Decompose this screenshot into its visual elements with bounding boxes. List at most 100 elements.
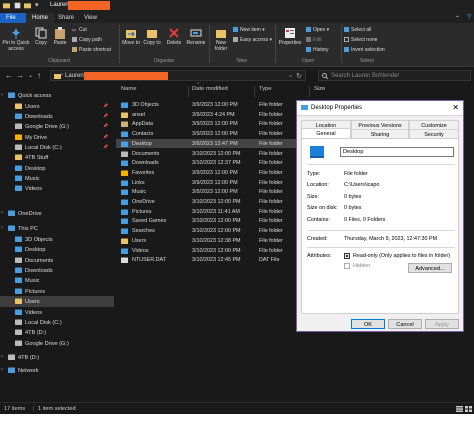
refresh-icon[interactable]: ↻ bbox=[296, 72, 302, 80]
table-row[interactable]: Contacts 3/9/2023 12:00 PM File folder bbox=[116, 129, 306, 139]
table-row[interactable]: Favorites 3/9/2023 12:00 PM File folder bbox=[116, 168, 306, 178]
tab-home[interactable]: Home bbox=[26, 13, 55, 23]
paste-shortcut-button[interactable]: Paste shortcut bbox=[72, 47, 111, 53]
tab-previous-versions[interactable]: Previous Versions bbox=[351, 120, 409, 129]
new-item-button[interactable]: New item ▾ bbox=[233, 27, 265, 33]
table-row[interactable]: AppData 3/9/2023 12:00 PM File folder bbox=[116, 119, 306, 129]
readonly-checkbox[interactable] bbox=[344, 253, 350, 259]
tab-sharing[interactable]: Sharing bbox=[351, 129, 409, 138]
tab-share[interactable]: Share bbox=[52, 13, 80, 23]
sidebar-item-this-pc[interactable]: › This PC bbox=[0, 223, 114, 234]
cell-type: File folder bbox=[259, 228, 283, 235]
sidebar-item-users[interactable]: Users bbox=[0, 296, 114, 307]
table-row[interactable]: Searches 3/10/2023 12:00 PM File folder bbox=[116, 226, 306, 236]
sidebar-item-videos[interactable]: Videos bbox=[0, 183, 114, 194]
sidebar-item-4tb-d[interactable]: 4TB (D:) bbox=[0, 327, 114, 338]
table-row[interactable]: Videos 3/10/2023 12:00 PM File folder bbox=[116, 246, 306, 256]
select-all-button[interactable]: Select all bbox=[344, 27, 371, 33]
table-row[interactable]: ansel 3/9/2023 4:24 PM File folder bbox=[116, 110, 306, 120]
select-none-button[interactable]: Select none bbox=[344, 37, 377, 43]
sidebar-item-google-drive-g[interactable]: Google Drive (G:) 📌 bbox=[0, 121, 114, 132]
up-icon[interactable]: ↑ bbox=[37, 71, 41, 80]
dialog-title-bar[interactable]: Desktop Properties ✕ bbox=[297, 101, 463, 116]
sidebar-item-4tb-stuff[interactable]: 4TB Stuff bbox=[0, 152, 114, 163]
recent-locations-icon[interactable]: ⌄ bbox=[28, 72, 33, 79]
table-row[interactable]: Documents 3/10/2023 12:00 PM File folder bbox=[116, 149, 306, 159]
table-row[interactable]: NTUSER.DAT 3/10/2023 12:45 PM DAT File bbox=[116, 255, 306, 265]
copy-path-button[interactable]: Copy path bbox=[72, 37, 102, 43]
tab-file[interactable]: File bbox=[0, 13, 26, 23]
sidebar-item-network[interactable]: › Network bbox=[0, 365, 114, 376]
address-dropdown-icon[interactable]: ⌄ bbox=[288, 72, 293, 79]
delete-button[interactable]: Delete bbox=[165, 27, 183, 46]
properties-quick-icon[interactable] bbox=[14, 2, 21, 9]
table-row[interactable]: Saved Games 3/10/2023 12:00 PM File folder bbox=[116, 216, 306, 226]
column-header-size[interactable]: Size bbox=[314, 86, 325, 97]
table-row[interactable]: Music 3/9/2023 12:00 PM File folder bbox=[116, 187, 306, 197]
cell-name: AppData bbox=[132, 121, 153, 128]
copy-to-button[interactable]: Copy to bbox=[143, 27, 161, 46]
sidebar-item-onedrive[interactable]: › OneDrive bbox=[0, 208, 114, 219]
easy-access-button[interactable]: Easy access ▾ bbox=[233, 37, 272, 43]
sidebar-item-label: 4TB (D:) bbox=[18, 354, 40, 361]
sidebar-item-music[interactable]: Music bbox=[0, 275, 114, 286]
sidebar-item-desktop[interactable]: Desktop bbox=[0, 244, 114, 255]
breadcrumb[interactable]: Lauren bbox=[65, 73, 84, 79]
tab-general[interactable]: General bbox=[301, 128, 351, 138]
expand-chevron-icon[interactable]: › bbox=[1, 210, 3, 216]
tab-security[interactable]: Security bbox=[409, 129, 459, 138]
move-to-button[interactable]: Move to bbox=[122, 27, 140, 46]
cancel-button[interactable]: Cancel bbox=[388, 319, 422, 329]
sidebar-item-4tb-d[interactable]: › 4TB (D:) bbox=[0, 352, 114, 363]
table-row[interactable]: Users 3/10/2023 12:38 PM File folder bbox=[116, 236, 306, 246]
new-folder-quick-icon[interactable] bbox=[24, 2, 31, 9]
column-header-type[interactable]: Type bbox=[259, 86, 272, 97]
help-icon[interactable]: ? bbox=[467, 14, 471, 21]
navigation-pane[interactable]: › Quick access Users 📌 Downloads 📌 Google Driv… bbox=[0, 84, 115, 402]
table-row[interactable]: Links 3/9/2023 12:00 PM File folder bbox=[116, 178, 306, 188]
hidden-checkbox[interactable] bbox=[344, 263, 350, 269]
history-button[interactable]: History bbox=[306, 47, 329, 53]
sidebar-item-google-drive-g[interactable]: Google Drive (G:) bbox=[0, 338, 114, 349]
customize-toolbar-icon[interactable]: ▾ bbox=[35, 1, 39, 9]
table-row[interactable]: Downloads 3/10/2023 12:37 PM File folder bbox=[116, 158, 306, 168]
new-folder-button[interactable]: New folder bbox=[211, 27, 231, 52]
expand-chevron-icon[interactable]: › bbox=[1, 92, 3, 98]
pin-to-quick-access-button[interactable]: Pin to Quick access bbox=[1, 27, 31, 52]
advanced-button[interactable]: Advanced... bbox=[408, 263, 452, 273]
tab-view[interactable]: View bbox=[78, 13, 103, 23]
back-icon[interactable]: ← bbox=[5, 71, 13, 80]
collapse-ribbon-icon[interactable]: ⌃ bbox=[455, 15, 460, 22]
documents-icon bbox=[15, 257, 22, 263]
invert-selection-button[interactable]: Invert selection bbox=[344, 47, 385, 53]
rename-button[interactable]: Rename bbox=[186, 27, 206, 46]
table-row[interactable]: OneDrive 3/10/2023 12:00 PM File folder bbox=[116, 197, 306, 207]
forward-icon[interactable]: → bbox=[16, 71, 24, 80]
large-icons-view-icon[interactable] bbox=[465, 406, 472, 412]
search-input[interactable]: Search Lauren Bohlender bbox=[318, 70, 471, 81]
edit-button[interactable]: Edit bbox=[306, 37, 322, 43]
copy-button[interactable]: Copy bbox=[33, 27, 49, 46]
column-header-name[interactable]: Name bbox=[121, 86, 136, 97]
expand-chevron-icon[interactable]: › bbox=[1, 225, 3, 231]
paste-button[interactable]: Paste bbox=[52, 27, 68, 46]
details-view-icon[interactable] bbox=[456, 406, 463, 412]
folder-name-input[interactable]: Desktop bbox=[340, 147, 454, 157]
cell-name: OneDrive bbox=[132, 199, 155, 205]
table-row[interactable]: Pictures 3/10/2023 11:41 AM File folder bbox=[116, 207, 306, 217]
address-bar[interactable]: › Lauren ⌄ ↻ bbox=[50, 70, 306, 81]
close-icon[interactable]: ✕ bbox=[452, 103, 459, 112]
downloads-icon bbox=[121, 160, 128, 167]
table-row[interactable]: Desktop 3/9/2023 12:47 PM File folder bbox=[116, 138, 306, 149]
cut-button[interactable]: ✂ Cut bbox=[72, 27, 87, 34]
ok-button[interactable]: OK bbox=[351, 319, 385, 329]
tab-customize[interactable]: Customize bbox=[409, 120, 459, 129]
table-row[interactable]: 3D Objects 3/9/2023 12:00 PM File folder bbox=[116, 100, 306, 110]
open-button[interactable]: Open ▾ bbox=[306, 27, 329, 33]
expand-chevron-icon[interactable]: › bbox=[1, 367, 3, 373]
properties-button[interactable]: Properties bbox=[277, 27, 303, 46]
drive-icon bbox=[15, 340, 22, 346]
expand-chevron-icon[interactable]: › bbox=[1, 354, 3, 360]
apply-button[interactable]: Apply bbox=[425, 319, 459, 329]
sidebar-item-quick-access[interactable]: › Quick access bbox=[0, 90, 114, 101]
